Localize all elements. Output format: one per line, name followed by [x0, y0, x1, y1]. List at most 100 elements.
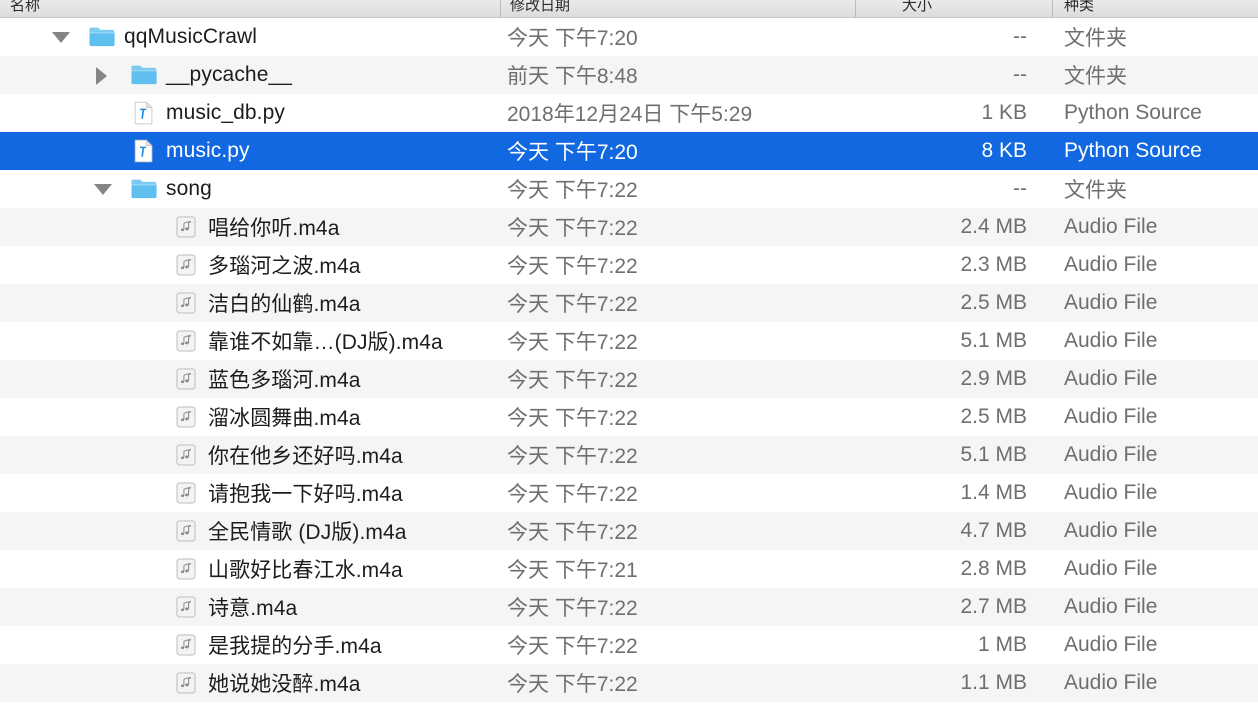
cell-name[interactable]: music_db.py: [0, 94, 500, 132]
table-row[interactable]: 山歌好比春江水.m4a 今天 下午7:21 2.8 MB Audio File: [0, 550, 1258, 588]
column-header-kind[interactable]: 种类: [1064, 0, 1094, 16]
cell-name[interactable]: 全民情歌 (DJ版).m4a: [0, 512, 500, 550]
file-name-label: song: [166, 177, 212, 200]
table-row[interactable]: song 今天 下午7:22 -- 文件夹: [0, 170, 1258, 208]
cell-date-modified: 今天 下午7:22: [507, 407, 638, 430]
cell-name[interactable]: 多瑙河之波.m4a: [0, 246, 500, 284]
cell-kind: 文件夹: [1064, 179, 1127, 202]
file-name-label: __pycache__: [166, 63, 293, 86]
audio-file-icon: [172, 671, 200, 695]
table-row[interactable]: 溜冰圆舞曲.m4a 今天 下午7:22 2.5 MB Audio File: [0, 398, 1258, 436]
cell-name[interactable]: 是我提的分手.m4a: [0, 626, 500, 664]
column-header-date-modified[interactable]: 修改日期: [510, 0, 570, 16]
file-name-label: 请抱我一下好吗.m4a: [208, 483, 403, 506]
cell-date-modified: 今天 下午7:22: [507, 635, 638, 658]
table-row[interactable]: 是我提的分手.m4a 今天 下午7:22 1 MB Audio File: [0, 626, 1258, 664]
table-row[interactable]: 你在他乡还好吗.m4a 今天 下午7:22 5.1 MB Audio File: [0, 436, 1258, 474]
table-row[interactable]: music_db.py 2018年12月24日 下午5:29 1 KB Python …: [0, 94, 1258, 132]
table-row[interactable]: 靠谁不如靠…(DJ版).m4a 今天 下午7:22 5.1 MB Audio File: [0, 322, 1258, 360]
table-row[interactable]: 蓝色多瑙河.m4a 今天 下午7:22 2.9 MB Audio File: [0, 360, 1258, 398]
cell-date-modified: 今天 下午7:22: [507, 179, 638, 202]
disclosure-triangle-expanded-icon[interactable]: [94, 184, 112, 195]
python-source-icon: [130, 101, 158, 125]
cell-date-modified: 今天 下午7:22: [507, 445, 638, 468]
cell-name[interactable]: 请抱我一下好吗.m4a: [0, 474, 500, 512]
disclosure-triangle-collapsed-icon[interactable]: [96, 67, 107, 85]
cell-name[interactable]: 洁白的仙鹤.m4a: [0, 284, 500, 322]
cell-size: 2.3 MB: [960, 253, 1027, 276]
audio-file-icon: [172, 329, 200, 353]
table-row[interactable]: 请抱我一下好吗.m4a 今天 下午7:22 1.4 MB Audio File: [0, 474, 1258, 512]
cell-size: 2.9 MB: [960, 367, 1027, 390]
file-name-label: 溜冰圆舞曲.m4a: [208, 407, 361, 430]
cell-size: 1.1 MB: [960, 671, 1027, 694]
cell-date-modified: 今天 下午7:22: [507, 597, 638, 620]
cell-size: 8 KB: [981, 139, 1027, 162]
disclosure-triangle-expanded-icon[interactable]: [52, 32, 70, 43]
column-header-size[interactable]: 大小: [902, 0, 932, 16]
cell-size: 1 MB: [977, 633, 1027, 656]
folder-icon: [130, 177, 158, 201]
cell-date-modified: 今天 下午7:22: [507, 217, 638, 240]
cell-name[interactable]: 你在他乡还好吗.m4a: [0, 436, 500, 474]
cell-name[interactable]: 唱给你听.m4a: [0, 208, 500, 246]
cell-kind: Audio File: [1064, 329, 1158, 352]
column-header-name[interactable]: 名称: [10, 0, 40, 16]
audio-file-icon: [172, 405, 200, 429]
cell-kind: Audio File: [1064, 481, 1158, 504]
cell-kind: Audio File: [1064, 595, 1158, 618]
cell-name[interactable]: song: [0, 170, 500, 208]
table-row[interactable]: 洁白的仙鹤.m4a 今天 下午7:22 2.5 MB Audio File: [0, 284, 1258, 322]
file-name-label: 全民情歌 (DJ版).m4a: [208, 521, 407, 544]
cell-name[interactable]: __pycache__: [0, 56, 500, 94]
cell-kind: Audio File: [1064, 633, 1158, 656]
table-row[interactable]: 她说她没醉.m4a 今天 下午7:22 1.1 MB Audio File: [0, 664, 1258, 702]
cell-name[interactable]: 靠谁不如靠…(DJ版).m4a: [0, 322, 500, 360]
audio-file-icon: [172, 443, 200, 467]
file-name-label: 山歌好比春江水.m4a: [208, 559, 403, 582]
column-divider-date-size[interactable]: [855, 0, 856, 17]
cell-size: 5.1 MB: [960, 329, 1027, 352]
python-source-icon: [130, 139, 158, 163]
table-row[interactable]: qqMusicCrawl 今天 下午7:20 -- 文件夹: [0, 18, 1258, 56]
table-row[interactable]: __pycache__ 前天 下午8:48 -- 文件夹: [0, 56, 1258, 94]
cell-size: 2.4 MB: [960, 215, 1027, 238]
cell-name[interactable]: 蓝色多瑙河.m4a: [0, 360, 500, 398]
audio-file-icon: [172, 595, 200, 619]
audio-file-icon: [172, 557, 200, 581]
column-divider-name-date[interactable]: [500, 0, 501, 17]
cell-date-modified: 今天 下午7:22: [507, 369, 638, 392]
audio-file-icon: [172, 253, 200, 277]
cell-kind: Audio File: [1064, 519, 1158, 542]
audio-file-icon: [172, 291, 200, 315]
cell-kind: Audio File: [1064, 557, 1158, 580]
table-row[interactable]: 全民情歌 (DJ版).m4a 今天 下午7:22 4.7 MB Audio File: [0, 512, 1258, 550]
table-row[interactable]: music.py 今天 下午7:20 8 KB Python Source: [0, 132, 1258, 170]
audio-file-icon: [172, 215, 200, 239]
cell-name[interactable]: music.py: [0, 132, 500, 170]
column-header-bar: 名称 修改日期 大小 种类: [0, 0, 1258, 18]
file-name-label: music.py: [166, 139, 250, 162]
cell-kind: Python Source: [1064, 139, 1202, 162]
cell-kind: Audio File: [1064, 671, 1158, 694]
cell-size: 2.7 MB: [960, 595, 1027, 618]
table-row[interactable]: 唱给你听.m4a 今天 下午7:22 2.4 MB Audio File: [0, 208, 1258, 246]
audio-file-icon: [172, 633, 200, 657]
cell-size: 1 KB: [981, 101, 1027, 124]
cell-date-modified: 今天 下午7:22: [507, 293, 638, 316]
cell-size: 2.5 MB: [960, 405, 1027, 428]
cell-size: 1.4 MB: [960, 481, 1027, 504]
cell-name[interactable]: qqMusicCrawl: [0, 18, 500, 56]
column-divider-size-kind[interactable]: [1052, 0, 1053, 17]
cell-name[interactable]: 山歌好比春江水.m4a: [0, 550, 500, 588]
cell-name[interactable]: 诗意.m4a: [0, 588, 500, 626]
table-row[interactable]: 多瑙河之波.m4a 今天 下午7:22 2.3 MB Audio File: [0, 246, 1258, 284]
cell-size: 5.1 MB: [960, 443, 1027, 466]
cell-date-modified: 今天 下午7:22: [507, 331, 638, 354]
table-row[interactable]: 诗意.m4a 今天 下午7:22 2.7 MB Audio File: [0, 588, 1258, 626]
cell-size: 4.7 MB: [960, 519, 1027, 542]
cell-date-modified: 今天 下午7:21: [507, 559, 638, 582]
cell-name[interactable]: 她说她没醉.m4a: [0, 664, 500, 702]
cell-name[interactable]: 溜冰圆舞曲.m4a: [0, 398, 500, 436]
file-name-label: 唱给你听.m4a: [208, 217, 340, 240]
